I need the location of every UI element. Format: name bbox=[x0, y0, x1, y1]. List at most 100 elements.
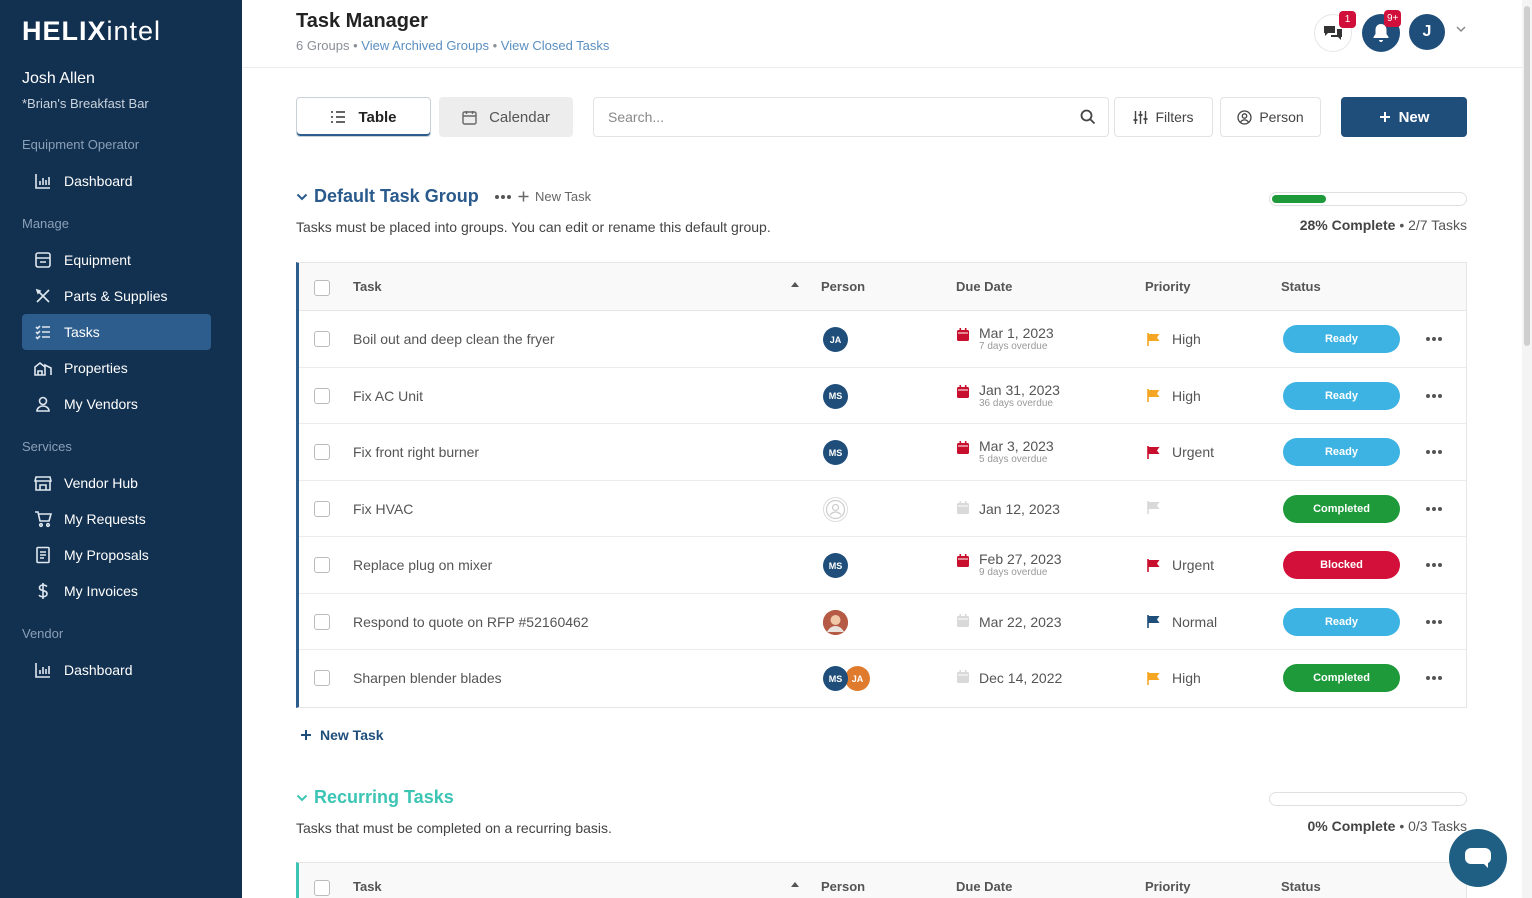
group-menu-icon[interactable] bbox=[494, 194, 511, 199]
table-row[interactable]: Replace plug on mixer MS Feb 27, 2023 9 day… bbox=[299, 537, 1466, 594]
task-name[interactable]: Fix HVAC bbox=[353, 501, 413, 517]
person-avatar[interactable]: MS bbox=[823, 383, 848, 409]
row-menu-icon[interactable] bbox=[1426, 393, 1442, 398]
messages-button[interactable]: 1 bbox=[1314, 11, 1356, 52]
person-avatar[interactable]: MS bbox=[823, 553, 848, 578]
row-checkbox[interactable] bbox=[314, 613, 330, 630]
group-title-recurring[interactable]: Recurring Tasks bbox=[296, 787, 454, 808]
sort-up-icon[interactable] bbox=[791, 281, 799, 287]
new-button[interactable]: New bbox=[1341, 97, 1467, 137]
user-organization[interactable]: *Brian's Breakfast Bar bbox=[22, 96, 149, 111]
view-archived-groups-link[interactable]: View Archived Groups bbox=[361, 38, 489, 53]
row-checkbox[interactable] bbox=[314, 331, 330, 347]
row-menu-icon[interactable] bbox=[1426, 563, 1442, 567]
priority[interactable]: Urgent bbox=[1147, 557, 1214, 573]
column-priority[interactable]: Priority bbox=[1145, 279, 1191, 294]
sidebar-item-parts-supplies[interactable]: Parts & Supplies bbox=[22, 278, 211, 314]
sidebar-item-vendor-hub[interactable]: Vendor Hub bbox=[22, 465, 211, 501]
sort-up-icon[interactable] bbox=[791, 881, 799, 887]
row-menu-icon[interactable] bbox=[1426, 619, 1442, 624]
scrollbar-thumb[interactable] bbox=[1524, 6, 1530, 346]
person-filter-button[interactable]: Person bbox=[1220, 97, 1321, 137]
row-checkbox[interactable] bbox=[314, 444, 330, 460]
sidebar-item-tasks[interactable]: Tasks bbox=[22, 314, 211, 350]
sidebar-item-equipment[interactable]: Equipment bbox=[22, 242, 211, 278]
status-badge[interactable]: Ready bbox=[1283, 381, 1400, 410]
table-row[interactable]: Boil out and deep clean the fryer JA Mar 1… bbox=[299, 311, 1466, 368]
task-name[interactable]: Replace plug on mixer bbox=[353, 557, 492, 573]
status-badge[interactable]: Ready bbox=[1283, 325, 1400, 353]
sidebar-item-my-invoices[interactable]: My Invoices bbox=[22, 573, 211, 609]
group-new-task-button[interactable]: New Task bbox=[518, 189, 591, 204]
column-due-date[interactable]: Due Date bbox=[956, 879, 1012, 894]
column-task[interactable]: Task bbox=[353, 279, 382, 294]
notifications-button[interactable]: 9+ bbox=[1362, 10, 1402, 52]
table-row[interactable]: Fix AC Unit MS Jan 31, 2023 36 days overdue… bbox=[299, 368, 1466, 424]
group-title-default[interactable]: Default Task Group bbox=[296, 186, 511, 207]
due-date[interactable]: Feb 27, 2023 9 days overdue bbox=[957, 551, 1062, 578]
row-checkbox[interactable] bbox=[314, 387, 330, 404]
task-name[interactable]: Respond to quote on RFP #52160462 bbox=[353, 614, 589, 630]
person-avatar[interactable]: JA bbox=[845, 666, 870, 691]
sidebar-item-dashboard[interactable]: Dashboard bbox=[22, 163, 211, 199]
sidebar-item-properties[interactable]: Properties bbox=[22, 350, 211, 386]
chevron-down-icon[interactable] bbox=[1455, 25, 1467, 33]
brand-logo[interactable]: HELIXintel bbox=[22, 16, 161, 47]
user-avatar[interactable]: J bbox=[1409, 14, 1445, 50]
due-date[interactable]: Jan 31, 2023 36 days overdue bbox=[957, 382, 1060, 409]
due-date[interactable]: Mar 3, 2023 5 days overdue bbox=[957, 438, 1054, 465]
table-row[interactable]: Respond to quote on RFP #52160462 Mar 22,… bbox=[299, 594, 1466, 650]
task-name[interactable]: Fix AC Unit bbox=[353, 388, 423, 404]
priority[interactable] bbox=[1147, 500, 1172, 514]
row-menu-icon[interactable] bbox=[1426, 506, 1442, 511]
task-name[interactable]: Fix front right burner bbox=[353, 444, 479, 460]
column-status[interactable]: Status bbox=[1281, 279, 1321, 294]
filters-button[interactable]: Filters bbox=[1114, 97, 1213, 137]
task-name[interactable]: Sharpen blender blades bbox=[353, 670, 502, 686]
priority[interactable]: High bbox=[1147, 331, 1201, 347]
column-priority[interactable]: Priority bbox=[1145, 879, 1191, 894]
due-date[interactable]: Mar 1, 2023 7 days overdue bbox=[957, 325, 1054, 352]
table-row[interactable]: Fix front right burner MS Mar 3, 2023 5 day… bbox=[299, 424, 1466, 481]
sidebar-item-my-proposals[interactable]: My Proposals bbox=[22, 537, 211, 573]
search-input[interactable] bbox=[608, 109, 1048, 125]
row-checkbox[interactable] bbox=[314, 670, 330, 686]
sidebar-item-vendor-dashboard[interactable]: Dashboard bbox=[22, 652, 211, 688]
column-person[interactable]: Person bbox=[821, 279, 865, 294]
status-badge[interactable]: Blocked bbox=[1283, 551, 1400, 579]
tab-calendar[interactable]: Calendar bbox=[439, 97, 573, 137]
search-icon[interactable] bbox=[1080, 109, 1096, 125]
task-name[interactable]: Boil out and deep clean the fryer bbox=[353, 331, 555, 347]
row-menu-icon[interactable] bbox=[1426, 676, 1442, 680]
support-chat-button[interactable] bbox=[1449, 829, 1507, 887]
tab-table[interactable]: Table bbox=[296, 97, 431, 137]
add-new-task-button[interactable]: New Task bbox=[300, 727, 384, 743]
row-checkbox[interactable] bbox=[314, 557, 330, 573]
due-date[interactable]: Jan 12, 2023 bbox=[957, 500, 1060, 517]
priority[interactable]: High bbox=[1147, 670, 1201, 686]
select-all-checkbox[interactable] bbox=[314, 280, 330, 296]
view-closed-tasks-link[interactable]: View Closed Tasks bbox=[501, 38, 610, 53]
row-menu-icon[interactable] bbox=[1426, 337, 1442, 341]
column-status[interactable]: Status bbox=[1281, 879, 1321, 894]
sidebar-item-my-requests[interactable]: My Requests bbox=[22, 501, 211, 537]
table-row[interactable]: Sharpen blender blades MS JA Dec 14, 2022 Hi… bbox=[299, 650, 1466, 707]
person-avatar[interactable]: JA bbox=[823, 327, 848, 352]
person-avatar[interactable]: MS bbox=[823, 666, 848, 691]
select-all-checkbox[interactable] bbox=[314, 880, 330, 896]
column-due-date[interactable]: Due Date bbox=[956, 279, 1012, 294]
person-avatar[interactable]: MS bbox=[823, 440, 848, 465]
status-badge[interactable]: Completed bbox=[1283, 494, 1400, 523]
sidebar-item-my-vendors[interactable]: My Vendors bbox=[22, 386, 211, 422]
priority[interactable]: High bbox=[1147, 388, 1201, 404]
row-checkbox[interactable] bbox=[314, 500, 330, 517]
priority[interactable]: Normal bbox=[1147, 614, 1217, 630]
row-menu-icon[interactable] bbox=[1426, 450, 1442, 454]
column-person[interactable]: Person bbox=[821, 879, 865, 894]
status-badge[interactable]: Completed bbox=[1283, 664, 1400, 692]
priority[interactable]: Urgent bbox=[1147, 444, 1214, 460]
page-scrollbar[interactable] bbox=[1522, 0, 1532, 898]
person-avatar[interactable] bbox=[823, 609, 848, 635]
status-badge[interactable]: Ready bbox=[1283, 607, 1400, 636]
status-badge[interactable]: Ready bbox=[1283, 438, 1400, 466]
